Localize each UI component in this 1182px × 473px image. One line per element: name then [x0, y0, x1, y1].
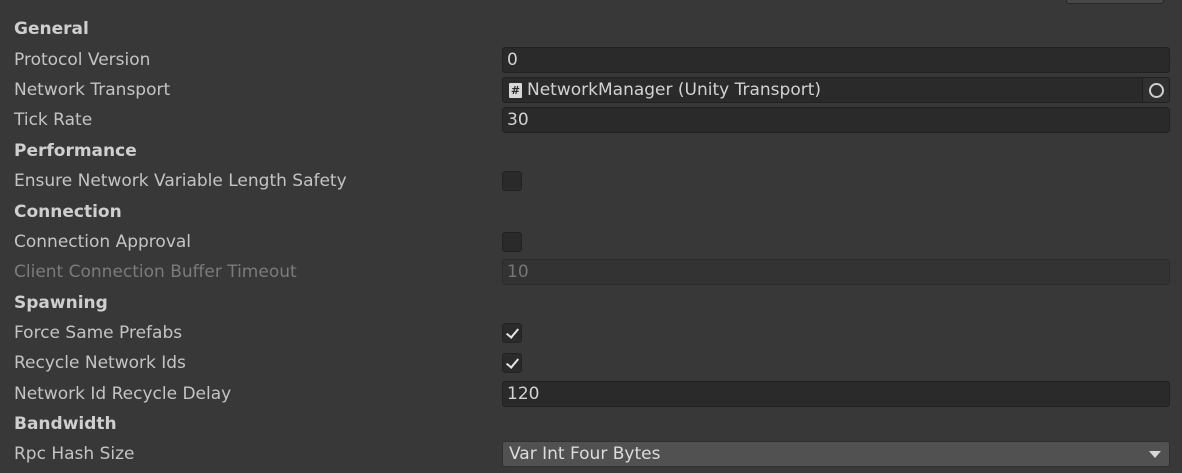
network-manager-inspector: General Protocol Version 0 Network Trans…	[0, 0, 1182, 473]
object-field-value: NetworkManager (Unity Transport)	[527, 80, 822, 100]
network-transport-object-field[interactable]: # NetworkManager (Unity Transport)	[502, 77, 1170, 103]
property-label: Ensure Network Variable Length Safety	[14, 171, 347, 191]
script-icon: #	[509, 83, 522, 98]
protocol-version-input[interactable]: 0	[502, 47, 1170, 73]
network-id-recycle-delay-input[interactable]: 120	[502, 381, 1170, 407]
tick-rate-input[interactable]: 30	[502, 107, 1170, 133]
chevron-down-icon	[1149, 451, 1161, 458]
property-label: Protocol Version	[14, 50, 151, 70]
property-label: Force Same Prefabs	[14, 323, 183, 343]
property-force-same-prefabs: Force Same Prefabs	[0, 319, 1182, 347]
section-header: Spawning	[14, 293, 108, 313]
rpc-hash-size-dropdown[interactable]: Var Int Four Bytes	[502, 441, 1170, 467]
section-performance: Performance	[0, 137, 1182, 165]
property-label: Network Id Recycle Delay	[14, 384, 232, 404]
section-header: General	[14, 19, 89, 39]
target-ring-icon	[1149, 83, 1164, 98]
property-label: Recycle Network Ids	[14, 353, 186, 373]
section-header: Performance	[14, 141, 137, 161]
property-rpc-hash-size: Rpc Hash Size Var Int Four Bytes	[0, 440, 1182, 468]
property-ensure-network-variable-length-safety: Ensure Network Variable Length Safety	[0, 167, 1182, 195]
client-connection-buffer-timeout-input: 10	[502, 259, 1170, 285]
property-label: Rpc Hash Size	[14, 444, 135, 464]
toolbar-button-edge[interactable]	[1066, 0, 1164, 4]
property-label: Tick Rate	[14, 110, 93, 130]
recycle-network-ids-checkbox[interactable]	[502, 353, 522, 373]
section-bandwidth: Bandwidth	[0, 410, 1182, 438]
ensure-length-safety-checkbox[interactable]	[502, 171, 522, 191]
property-protocol-version: Protocol Version 0	[0, 46, 1182, 74]
section-spawning: Spawning	[0, 289, 1182, 317]
property-client-connection-buffer-timeout: Client Connection Buffer Timeout 10	[0, 258, 1182, 286]
section-connection: Connection	[0, 198, 1182, 226]
section-header: Bandwidth	[14, 414, 117, 434]
force-same-prefabs-checkbox[interactable]	[502, 323, 522, 343]
object-picker-button[interactable]	[1142, 78, 1169, 102]
property-network-id-recycle-delay: Network Id Recycle Delay 120	[0, 380, 1182, 408]
property-network-transport: Network Transport # NetworkManager (Unit…	[0, 76, 1182, 104]
dropdown-value: Var Int Four Bytes	[509, 444, 661, 464]
property-connection-approval: Connection Approval	[0, 228, 1182, 256]
property-recycle-network-ids: Recycle Network Ids	[0, 349, 1182, 377]
section-header: Connection	[14, 202, 122, 222]
property-label: Connection Approval	[14, 232, 192, 252]
property-label: Network Transport	[14, 80, 171, 100]
property-label: Client Connection Buffer Timeout	[14, 262, 297, 282]
connection-approval-checkbox[interactable]	[502, 232, 522, 252]
section-general: General	[0, 15, 1182, 43]
property-tick-rate: Tick Rate 30	[0, 106, 1182, 134]
